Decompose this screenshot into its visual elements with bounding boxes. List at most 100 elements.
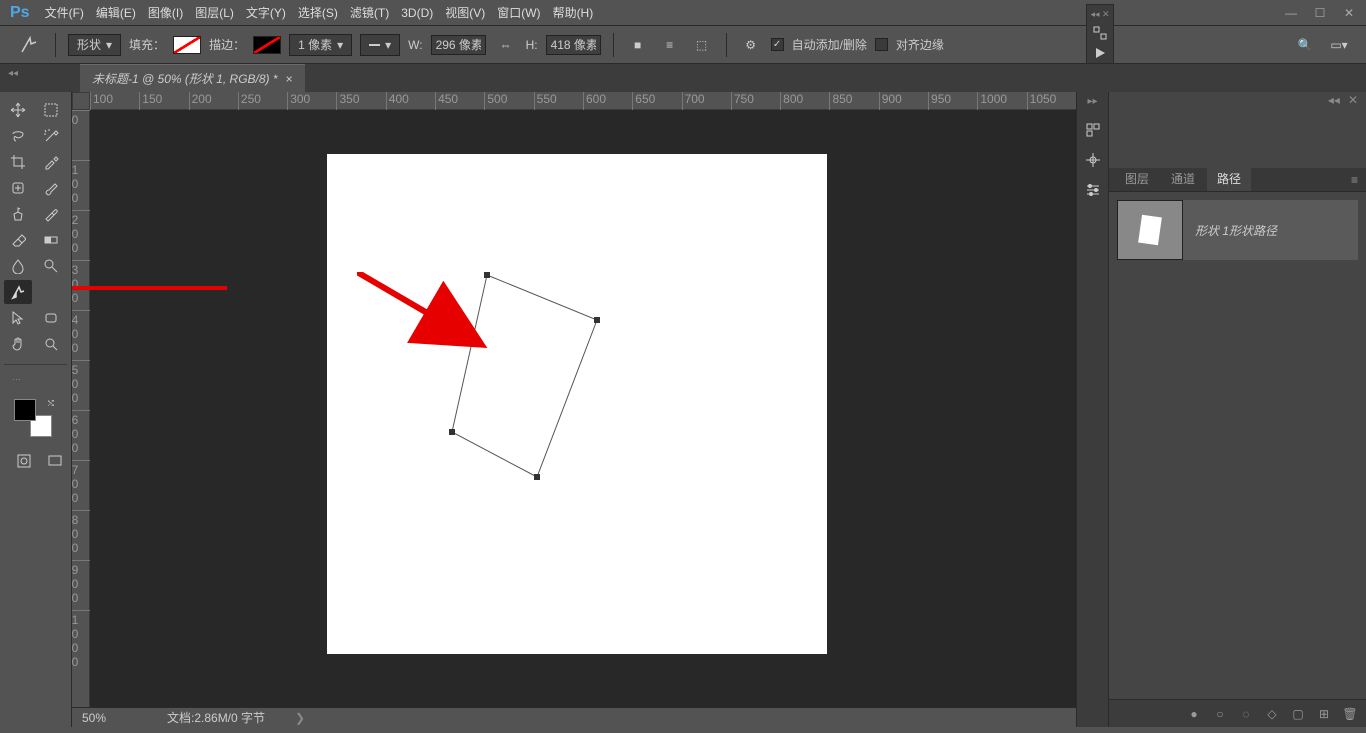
auto-add-checkbox[interactable] <box>771 38 784 51</box>
align-edges-checkbox[interactable] <box>875 38 888 51</box>
close-button[interactable]: ✕ <box>1342 6 1356 20</box>
eraser-tool[interactable] <box>4 228 32 252</box>
collapsed-panel-strip: ▸▸ <box>1077 92 1109 727</box>
properties-panel-icon[interactable] <box>1082 149 1104 171</box>
panel-menu-icon[interactable]: ≡ <box>1343 169 1366 191</box>
zoom-tool[interactable] <box>37 332 65 356</box>
swap-colors-icon[interactable]: ⤭ <box>48 399 54 409</box>
document-tab[interactable]: 未标题-1 @ 50% (形状 1, RGB/8) * × <box>80 64 305 92</box>
lasso-tool[interactable] <box>4 124 32 148</box>
menu-edit[interactable]: 编辑(E) <box>96 4 136 21</box>
menu-filter[interactable]: 滤镜(T) <box>350 4 389 21</box>
menu-file[interactable]: 文件(F) <box>45 4 84 21</box>
menu-bar: Ps 文件(F) 编辑(E) 图像(I) 图层(L) 文字(Y) 选择(S) 滤… <box>0 0 1366 26</box>
strip-collapse-icon[interactable]: ▸▸ <box>1077 96 1108 107</box>
hand-tool[interactable] <box>4 332 32 356</box>
width-field[interactable] <box>431 35 486 55</box>
panel-close-icon[interactable]: ✕ <box>1348 93 1358 107</box>
auto-add-label: 自动添加/删除 <box>792 36 867 53</box>
blur-tool[interactable] <box>4 254 32 278</box>
color-swatches[interactable]: ⤭ <box>14 399 52 437</box>
clone-tool[interactable] <box>4 202 32 226</box>
document-tab-bar: ◂◂ 未标题-1 @ 50% (形状 1, RGB/8) * × <box>0 64 1366 92</box>
menu-window[interactable]: 窗口(W) <box>497 4 540 21</box>
quick-mask-icon[interactable] <box>12 449 36 473</box>
crop-tool[interactable] <box>4 150 32 174</box>
tool-mode-dropdown[interactable]: 形状▾ <box>68 34 121 56</box>
delete-path-icon[interactable]: 🗑 <box>1342 706 1358 722</box>
panel-collapse-icon[interactable]: ◂◂ <box>1328 93 1340 107</box>
add-mask-icon[interactable]: ▢ <box>1290 706 1306 722</box>
menu-select[interactable]: 选择(S) <box>298 4 338 21</box>
history-panel-icon[interactable] <box>1082 119 1104 141</box>
spot-heal-tool[interactable] <box>4 176 32 200</box>
collapse-tools-icon[interactable]: ◂◂ <box>8 68 18 79</box>
tab-paths[interactable]: 路径 <box>1207 166 1251 191</box>
settings-gear-icon[interactable]: ⚙ <box>739 34 763 56</box>
move-tool[interactable] <box>4 98 32 122</box>
workspace-switcher-icon[interactable]: ▭▾ <box>1327 34 1351 56</box>
dodge-tool[interactable] <box>37 254 65 278</box>
adjustments-panel-icon[interactable] <box>1082 179 1104 201</box>
path-item[interactable]: 形状 1形状路径 <box>1117 200 1358 260</box>
gradient-tool[interactable] <box>37 228 65 252</box>
menu-3d[interactable]: 3D(D) <box>401 6 433 20</box>
current-tool-icon[interactable] <box>15 33 43 57</box>
stroke-path-icon[interactable]: ○ <box>1212 706 1228 722</box>
history-brush-tool[interactable] <box>37 202 65 226</box>
menu-view[interactable]: 视图(V) <box>445 4 485 21</box>
ruler-origin[interactable] <box>72 92 90 110</box>
fill-swatch[interactable] <box>173 36 201 54</box>
menu-layer[interactable]: 图层(L) <box>195 4 234 21</box>
menu-help[interactable]: 帮助(H) <box>553 4 594 21</box>
pen-tool[interactable] <box>4 280 32 304</box>
horizontal-ruler[interactable]: 100150 200250 300350 400450 500550 60065… <box>90 92 1076 110</box>
canvas-document[interactable] <box>327 154 827 654</box>
close-tab-icon[interactable]: × <box>286 72 293 86</box>
path-arrange-icon[interactable]: ⬚ <box>690 34 714 56</box>
make-work-path-icon[interactable]: ◇ <box>1264 706 1280 722</box>
path-to-selection-icon[interactable]: ◌ <box>1238 706 1254 722</box>
minimize-button[interactable]: — <box>1284 6 1298 20</box>
height-field[interactable] <box>546 35 601 55</box>
eyedropper-tool[interactable] <box>37 150 65 174</box>
stroke-swatch[interactable] <box>253 36 281 54</box>
stroke-width-dropdown[interactable]: 1 像素▾ <box>289 34 352 56</box>
rectangle-tool[interactable] <box>37 306 65 330</box>
stroke-label: 描边： <box>209 36 245 53</box>
app-logo: Ps <box>10 4 30 22</box>
path-align-icon[interactable]: ≡ <box>658 34 682 56</box>
path-op-icon[interactable]: ■ <box>626 34 650 56</box>
link-wh-icon[interactable]: ⇔ <box>494 34 518 56</box>
align-edges-label: 对齐边缘 <box>896 36 944 53</box>
fill-label: 填充： <box>129 36 165 53</box>
brush-tool[interactable] <box>37 176 65 200</box>
new-path-icon[interactable]: ⊞ <box>1316 706 1332 722</box>
workspace: ⋯ ⤭ 100150 200250 300350 400450 500550 6… <box>0 92 1366 727</box>
tab-layers[interactable]: 图层 <box>1115 166 1159 191</box>
magic-wand-tool[interactable] <box>37 124 65 148</box>
vertical-ruler[interactable]: 0100 200300 400500 600700 800900 1000 <box>72 110 90 709</box>
search-icon[interactable]: 🔍 <box>1293 34 1317 56</box>
maximize-button[interactable]: ☐ <box>1313 6 1327 20</box>
screen-mode-icon[interactable] <box>44 449 68 473</box>
menu-image[interactable]: 图像(I) <box>148 4 183 21</box>
path-select-tool[interactable] <box>4 306 32 330</box>
path-thumbnail[interactable] <box>1117 200 1183 260</box>
status-menu-icon[interactable]: ❯ <box>295 711 305 725</box>
zoom-level[interactable]: 50% <box>82 711 137 725</box>
menu-type[interactable]: 文字(Y) <box>246 4 286 21</box>
tab-channels[interactable]: 通道 <box>1161 166 1205 191</box>
panels-column: ◂◂ ✕ 图层 通道 路径 ≡ 形状 1形状路径 ● <box>1109 92 1366 727</box>
canvas-area[interactable]: 100150 200250 300350 400450 500550 60065… <box>72 92 1076 727</box>
doc-info[interactable]: 文档:2.86M/0 字节 <box>167 709 265 726</box>
window-controls: — ☐ ✕ <box>1284 6 1356 20</box>
fill-path-icon[interactable]: ● <box>1186 706 1202 722</box>
mini-panel-collapse-icon[interactable]: ◂◂ ✕ <box>1090 9 1109 20</box>
rect-marquee-tool[interactable] <box>37 98 65 122</box>
mini-panel-icon-1[interactable] <box>1089 26 1111 40</box>
foreground-color[interactable] <box>14 399 36 421</box>
status-bar: 50% 文档:2.86M/0 字节 ❯ <box>72 707 1076 727</box>
mini-panel-play-icon[interactable] <box>1089 46 1111 60</box>
stroke-style-dropdown[interactable]: ▾ <box>360 34 400 56</box>
